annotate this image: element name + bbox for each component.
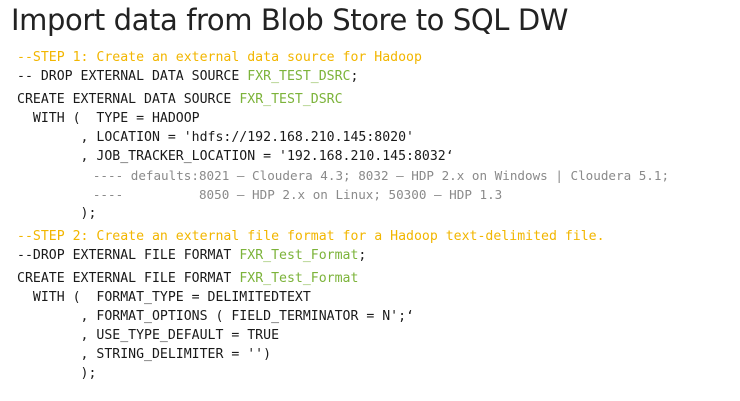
step1-close-line: );: [17, 206, 97, 221]
step2-comment: --STEP 2: Create an external file format…: [17, 229, 605, 244]
step2-string-delimiter-line: , STRING_DELIMITER = ''): [17, 347, 272, 362]
step2-create-statement: CREATE EXTERNAL FILE FORMAT FXR_Test_For…: [17, 269, 669, 288]
step1-drop-keywords: -- DROP EXTERNAL DATA SOURCE: [17, 69, 248, 84]
step1-create-source-name: FXR_TEST_DSRC: [239, 92, 343, 107]
step2-drop-semicolon: ;: [358, 248, 367, 263]
step2-use-type-default-line: , USE_TYPE_DEFAULT = TRUE: [17, 328, 280, 343]
step1-create-keywords: CREATE EXTERNAL DATA SOURCE: [17, 92, 240, 107]
step1-create-statement: CREATE EXTERNAL DATA SOURCE FXR_TEST_DSR…: [17, 90, 669, 109]
step2-drop-format-name: FXR_Test_Format: [239, 248, 359, 263]
step1-drop-semicolon: ;: [350, 69, 359, 84]
step1-drop-statement: -- DROP EXTERNAL DATA SOURCE FXR_TEST_DS…: [17, 67, 669, 86]
step1-location-line: , LOCATION = 'hdfs://192.168.210.145:802…: [17, 130, 414, 145]
step2-close-line: );: [17, 366, 97, 381]
step1-drop-source-name: FXR_TEST_DSRC: [247, 69, 351, 84]
slide-title: Import data from Blob Store to SQL DW: [11, 3, 569, 37]
step2-create-format-name: FXR_Test_Format: [239, 271, 359, 286]
step2-drop-statement: --DROP EXTERNAL FILE FORMAT FXR_Test_For…: [17, 246, 669, 265]
step2-create-keywords: CREATE EXTERNAL FILE FORMAT: [17, 271, 240, 286]
sql-code-block: --STEP 1: Create an external data source…: [17, 48, 669, 383]
step1-comment: --STEP 1: Create an external data source…: [17, 50, 422, 65]
step2-drop-keywords: --DROP EXTERNAL FILE FORMAT: [17, 248, 240, 263]
step1-with-type-line: WITH ( TYPE = HADOOP: [17, 111, 200, 126]
step1-defaults-note-2: ---- 8050 – HDP 2.x on Linux; 50300 – HD…: [17, 187, 503, 202]
step2-with-format-type-line: WITH ( FORMAT_TYPE = DELIMITEDTEXT: [17, 290, 311, 305]
step1-job-tracker-line: , JOB_TRACKER_LOCATION = '192.168.210.14…: [17, 149, 454, 164]
step1-defaults-note-1: ---- defaults:8021 – Cloudera 4.3; 8032 …: [17, 168, 670, 183]
step2-format-options-line: , FORMAT_OPTIONS ( FIELD_TERMINATOR = N'…: [17, 309, 414, 324]
